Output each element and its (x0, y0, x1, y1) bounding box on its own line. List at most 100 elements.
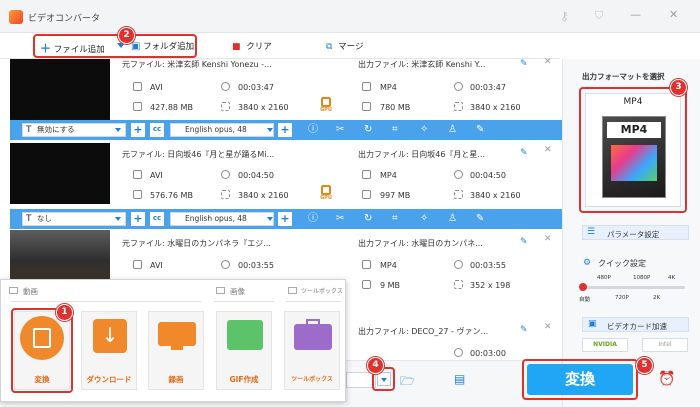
toolbox-icon (294, 324, 332, 350)
open-folder-icon[interactable]: 🗁 (400, 372, 415, 393)
clear-button[interactable]: ■ クリア (232, 40, 272, 52)
crop-icon[interactable]: ⌗ (392, 124, 398, 136)
add-subtitle-button[interactable]: + (131, 123, 145, 137)
edit-output-name-icon[interactable]: ✎ (520, 325, 528, 335)
resolution-icon (454, 102, 463, 111)
download-tool-card[interactable]: ↓ ダウンロード (81, 311, 137, 390)
format-name: MP4 (623, 97, 643, 107)
gpu-icon: GPU (316, 97, 336, 113)
edit-toolbar: T 無効にする + cc English opus, 48 + ⓘ ✂ ↻ ⌗ … (10, 120, 562, 140)
gif-tool-card[interactable]: GIF作成 (216, 311, 272, 390)
output-name: 出力ファイル: 水曜日のカンパネ... (358, 239, 483, 248)
hw-accel-button[interactable]: ▣ ビデオカード加速 (582, 317, 689, 332)
edit-output-name-icon[interactable]: ✎ (520, 148, 528, 158)
remove-row-icon[interactable]: ✕ (544, 57, 552, 67)
step-badge: 1 (56, 304, 73, 321)
filesize-icon (362, 190, 371, 199)
output-size: 780 MB (380, 103, 411, 112)
minimize-icon[interactable]: — (630, 8, 641, 21)
subtitle-select[interactable]: 無効にする (22, 123, 126, 137)
crop-icon[interactable]: ⌗ (392, 213, 398, 225)
section-divider (286, 301, 341, 302)
output-duration: 00:03:00 (470, 349, 506, 358)
quality-label-1080: 1080P (633, 275, 651, 281)
cart-icon[interactable]: ⛉ (595, 9, 603, 23)
subtitle-edit-icon[interactable]: ✎ (476, 213, 484, 225)
subtitle-edit-icon[interactable]: ✎ (476, 124, 484, 136)
download-icon: ↓ (93, 319, 127, 353)
effect-icon[interactable]: ✧ (420, 213, 428, 225)
trash-icon: ■ (232, 42, 241, 52)
toolbox-section-label: ツールボックス (301, 288, 343, 295)
filesize-icon (362, 280, 371, 289)
alarm-clock-icon[interactable]: ⏰ (658, 371, 675, 387)
output-format: MP4 (380, 83, 397, 92)
output-name: 出力ファイル: 日向坂46『月と星... (358, 150, 486, 159)
video-thumbnail[interactable] (10, 143, 110, 204)
info-icon[interactable]: ⓘ (308, 124, 318, 136)
merge-button[interactable]: ⧉ マージ (326, 40, 363, 52)
format-selector[interactable]: MP4 MP4 (585, 93, 681, 207)
remove-row-icon[interactable]: ✕ (544, 322, 552, 332)
output-name: 出力ファイル: DECO_27 - ヴァン... (358, 327, 489, 336)
resolution-icon (454, 280, 463, 289)
cc-icon[interactable]: cc (150, 212, 164, 226)
edit-output-name-icon[interactable]: ✎ (520, 237, 528, 247)
clock-icon (454, 82, 463, 91)
filesize-icon (133, 102, 142, 111)
source-name: 元ファイル: 水曜日のカンパネラ『エジ... (122, 239, 271, 248)
params-button[interactable]: ☰ パラメータ設定 (582, 225, 689, 240)
image-icon (227, 320, 263, 350)
output-resolution: 352 x 198 (470, 281, 511, 290)
effect-icon[interactable]: ✧ (420, 124, 428, 136)
edit-output-name-icon[interactable]: ✎ (520, 59, 528, 69)
output-duration: 00:03:55 (470, 261, 506, 270)
record-tool-card[interactable]: 録画 (148, 311, 204, 390)
cc-icon[interactable]: cc (150, 123, 164, 137)
toolbar: ＋ ファイル追加 ▣ フォルダ追加 ■ クリア ⧉ マージ (0, 33, 560, 59)
key-icon[interactable]: ⚷ (560, 9, 569, 23)
path-dropdown-button[interactable] (377, 372, 391, 386)
step-badge: 2 (118, 27, 135, 44)
output-format-heading: 出力フォーマットを選択 (582, 72, 665, 81)
video-thumbnail[interactable] (10, 59, 110, 120)
cut-icon[interactable]: ✂ (336, 213, 344, 225)
clock-icon (454, 260, 463, 269)
remove-row-icon[interactable]: ✕ (544, 234, 552, 244)
gpu-label: GPU (320, 107, 332, 113)
subtitle-icon: T (26, 125, 32, 135)
rotate-icon[interactable]: ↻ (364, 213, 372, 225)
output-folder-icon[interactable]: ▤ (454, 372, 465, 386)
rotate-icon[interactable]: ↻ (364, 124, 372, 136)
toolbox-tool-card[interactable]: ツールボックス (284, 311, 340, 390)
plus-icon: ＋ (40, 42, 51, 55)
close-icon[interactable]: ✕ (669, 8, 678, 21)
toolbox-section-icon (288, 287, 297, 294)
file-row[interactable]: 元ファイル: 米津玄師 Kenshi Yonezu -... AVI 00:03… (0, 57, 562, 143)
audio-select[interactable]: English opus, 48 (170, 123, 274, 137)
cut-icon[interactable]: ✂ (336, 124, 344, 136)
watermark-icon[interactable]: ♙ (448, 124, 457, 136)
quality-label-720: 720P (615, 295, 629, 301)
add-audio-button[interactable]: + (278, 123, 292, 137)
subtitle-select[interactable]: なし (22, 212, 126, 226)
format-icon (362, 260, 371, 269)
clock-icon (454, 170, 463, 179)
info-icon[interactable]: ⓘ (308, 213, 318, 225)
watermark-icon[interactable]: ♙ (448, 213, 457, 225)
add-file-label: ファイル追加 (53, 45, 105, 55)
convert-button[interactable]: 変換 (527, 364, 633, 395)
add-file-button[interactable]: ＋ ファイル追加 (40, 40, 105, 56)
remove-row-icon[interactable]: ✕ (544, 145, 552, 155)
add-subtitle-button[interactable]: + (131, 212, 145, 226)
audio-select[interactable]: English opus, 48 (170, 212, 274, 226)
source-format: AVI (150, 261, 163, 270)
add-folder-button[interactable]: ▣ フォルダ追加 (131, 40, 194, 52)
chevron-down-icon (267, 128, 273, 132)
quality-slider[interactable] (583, 286, 685, 289)
quality-slider-handle[interactable] (579, 283, 587, 291)
add-audio-button[interactable]: + (278, 212, 292, 226)
merge-icon: ⧉ (326, 42, 333, 52)
file-row[interactable]: 元ファイル: 日向坂46『月と星が踊るMi... AVI 00:04:50 57… (0, 143, 562, 229)
video-thumbnail[interactable] (10, 230, 110, 280)
